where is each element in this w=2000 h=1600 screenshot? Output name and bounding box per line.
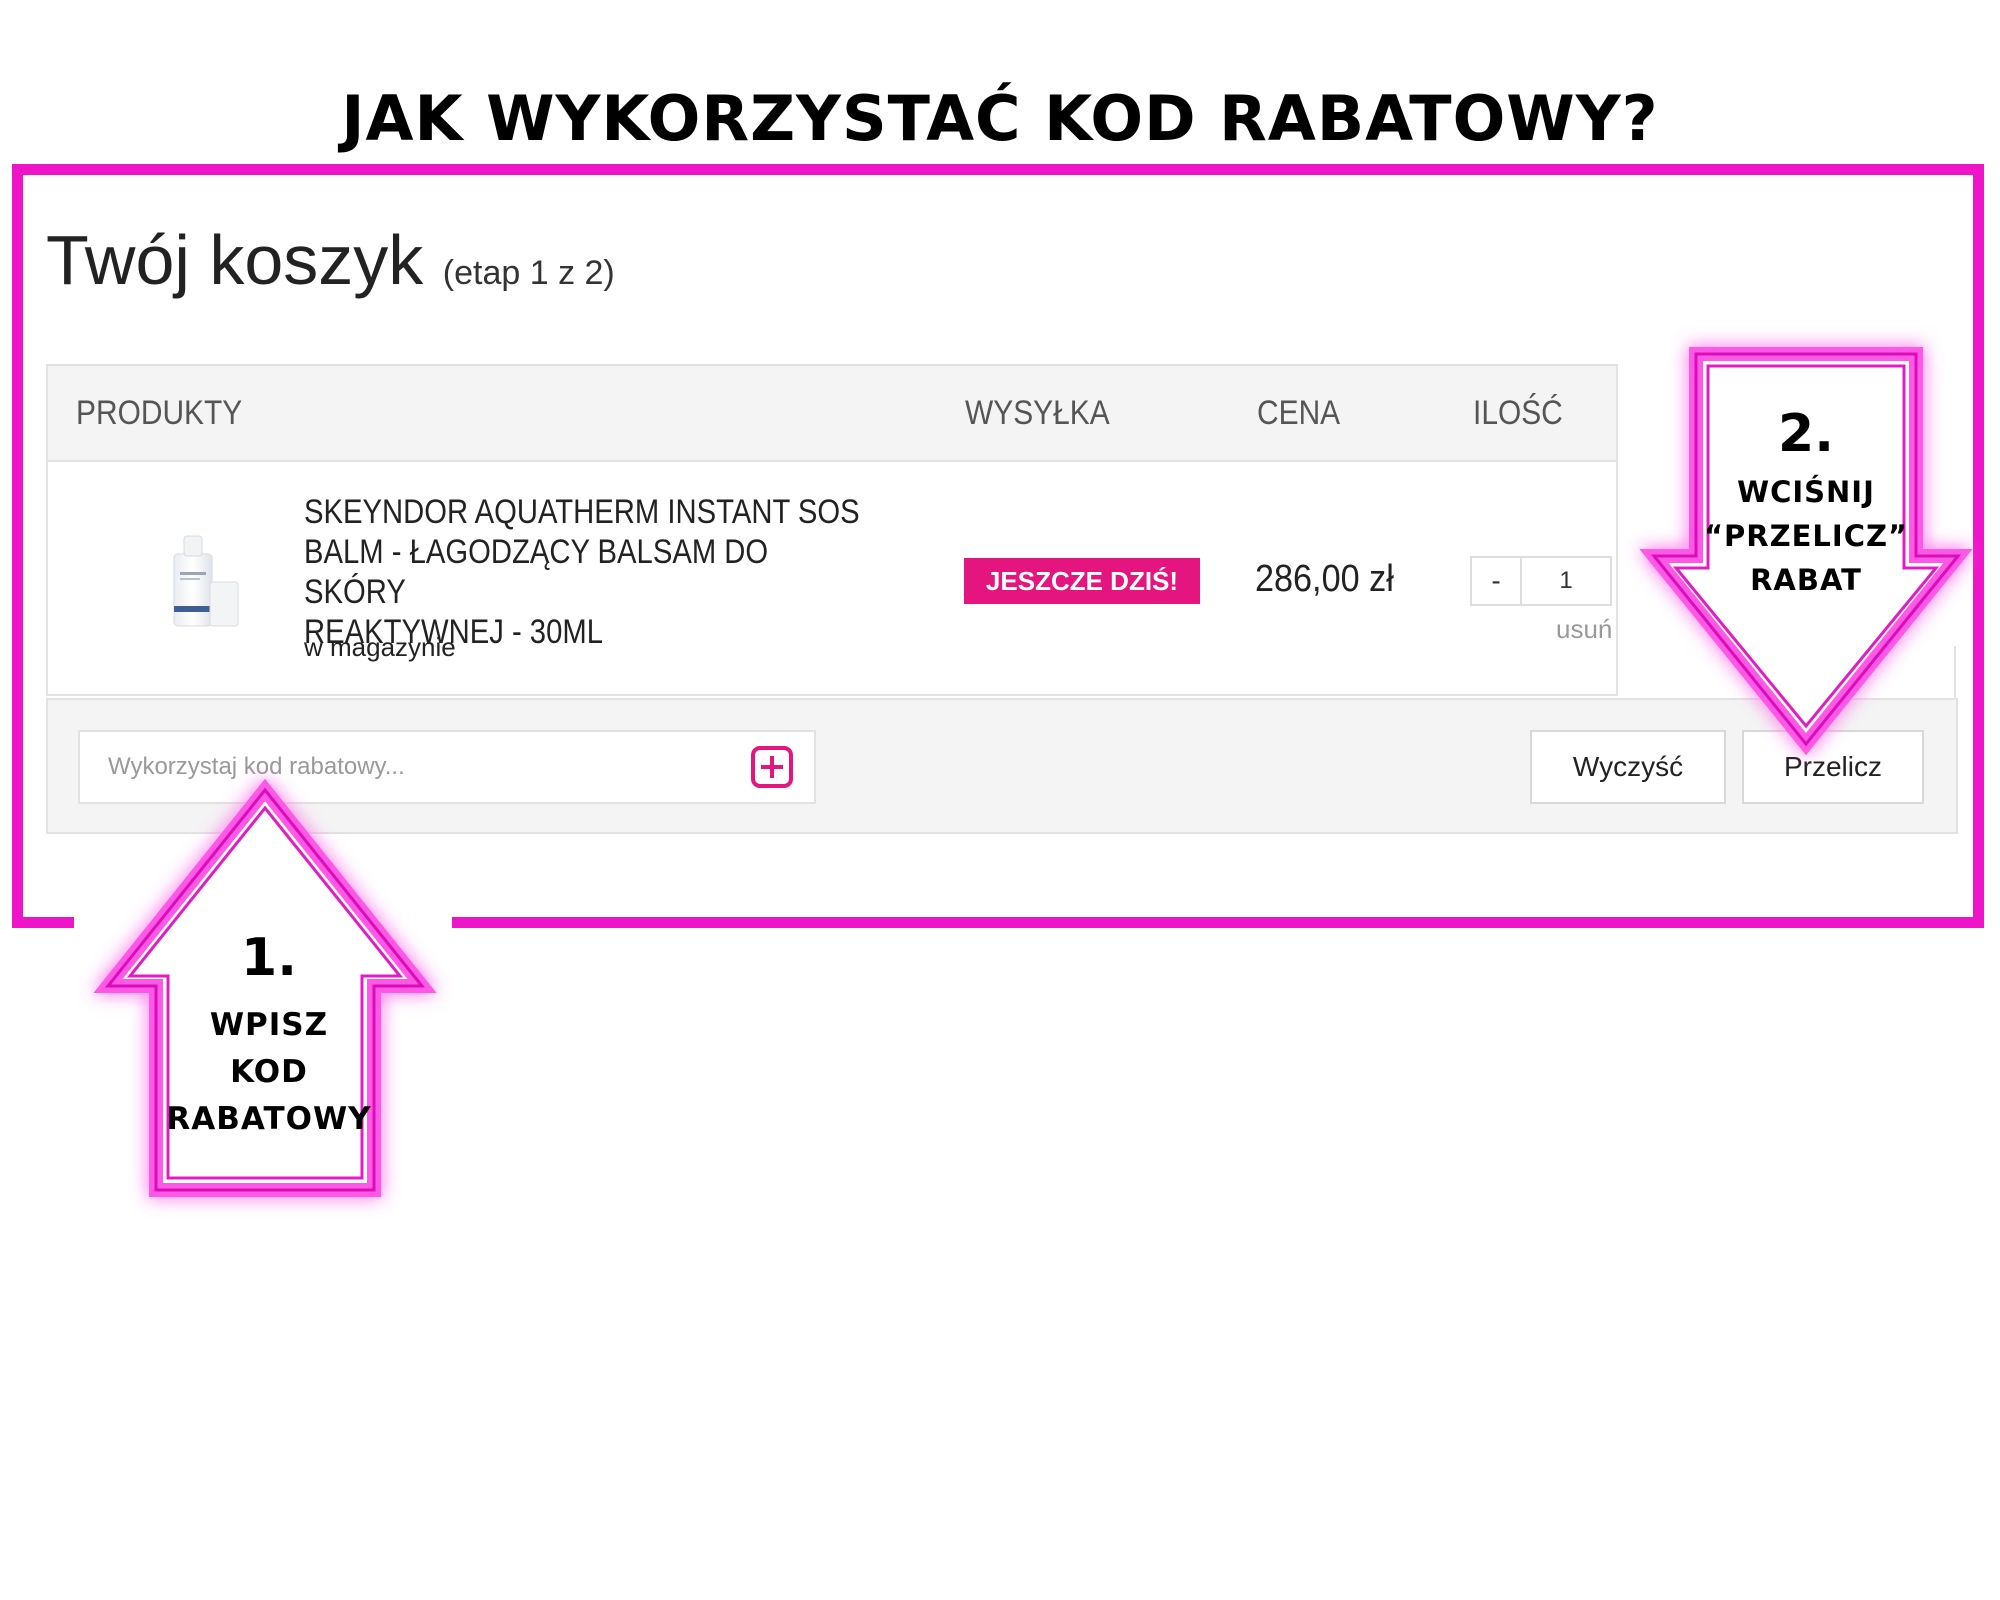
quantity-stepper[interactable]: - 1 xyxy=(1470,556,1612,606)
step2-number: 2. xyxy=(1778,404,1834,464)
cart-title: Twój koszyk (etap 1 z 2) xyxy=(46,220,615,300)
column-quantity: ILOŚĆ xyxy=(1473,394,1563,432)
step1-callout: 1. WPISZ KOD RABATOWY xyxy=(144,928,394,1143)
step2-callout: 2. WCIŚNIJ “PRZELICZ” RABAT xyxy=(1690,404,1922,602)
column-shipping: WYSYŁKA xyxy=(965,394,1110,432)
quantity-input[interactable]: 1 xyxy=(1522,558,1610,604)
step1-line: KOD xyxy=(230,1054,308,1090)
stock-status: w magazynie xyxy=(304,632,456,662)
table-header: PRODUKTY WYSYŁKA CENA ILOŚĆ xyxy=(48,366,1616,462)
column-products: PRODUKTY xyxy=(76,394,243,432)
plus-square-icon[interactable] xyxy=(750,745,794,789)
page-heading: JAK WYKORZYSTAĆ KOD RABATOWY? xyxy=(341,81,1659,155)
cart-table: PRODUKTY WYSYŁKA CENA ILOŚĆ SKEYNDOR AQU… xyxy=(46,364,1618,696)
step2-line: WCIŚNIJ xyxy=(1737,475,1875,509)
cart-title-text: Twój koszyk xyxy=(46,221,424,299)
product-name[interactable]: SKEYNDOR AQUATHERM INSTANT SOS BALM - ŁA… xyxy=(304,492,872,652)
step1-line: WPISZ xyxy=(209,1007,329,1043)
shipping-badge: JESZCZE DZIŚ! xyxy=(964,558,1200,604)
step2-line: RABAT xyxy=(1750,563,1862,597)
product-price: 286,00 zł xyxy=(1255,558,1394,600)
step1-number: 1. xyxy=(241,928,297,988)
step2-line: “PRZELICZ” xyxy=(1703,519,1909,553)
cart-step: (etap 1 z 2) xyxy=(442,254,615,292)
product-image[interactable] xyxy=(122,526,252,636)
step1-line: RABATOWY xyxy=(166,1101,372,1137)
column-price: CENA xyxy=(1257,394,1341,432)
remove-link[interactable]: usuń xyxy=(1556,614,1612,645)
quantity-decrease-button[interactable]: - xyxy=(1472,558,1522,604)
